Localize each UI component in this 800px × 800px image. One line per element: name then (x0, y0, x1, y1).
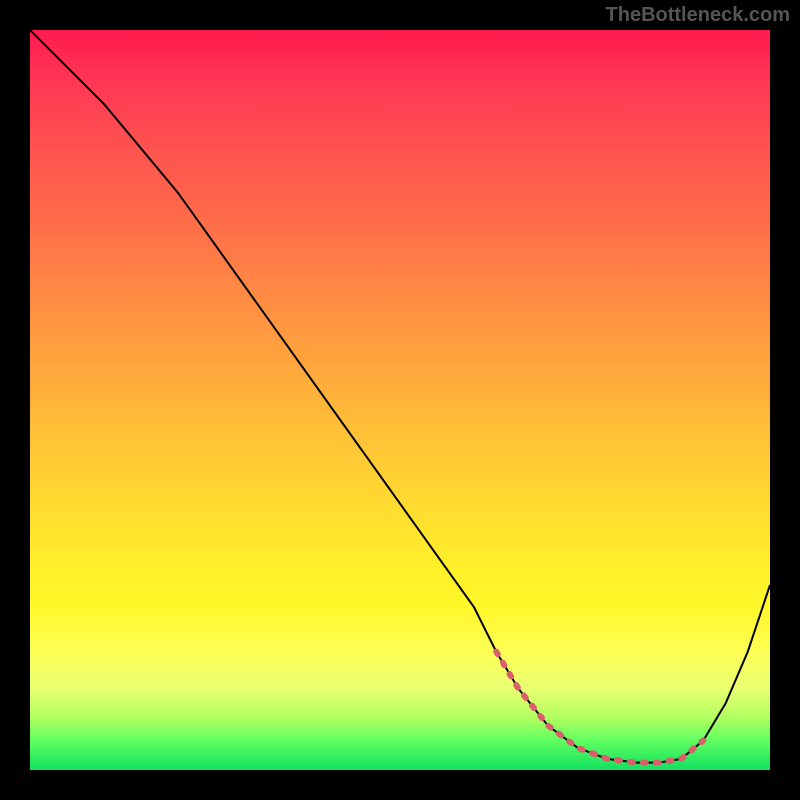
chart-plot-area (30, 30, 770, 770)
bottleneck-curve-path (30, 30, 770, 763)
optimal-range-path (496, 652, 703, 763)
watermark-text: TheBottleneck.com (606, 4, 790, 27)
chart-svg (30, 30, 770, 770)
